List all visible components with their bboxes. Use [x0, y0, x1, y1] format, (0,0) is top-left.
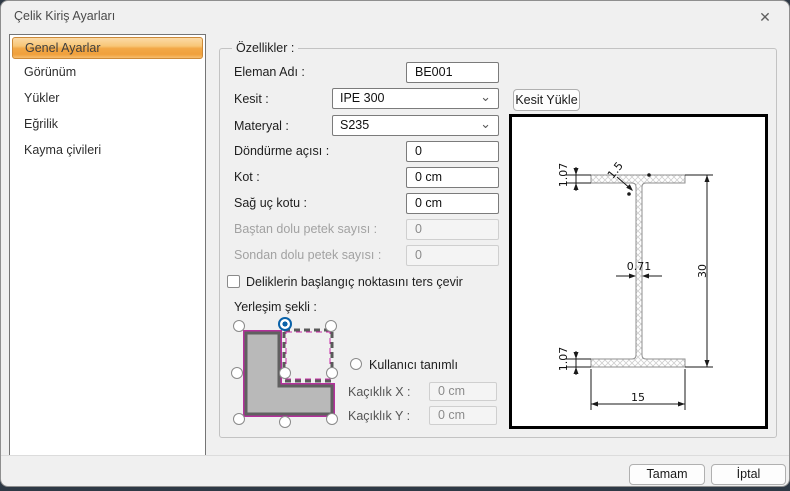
bastan-dolu-label: Baştan dolu petek sayısı :: [234, 222, 378, 236]
placement-dashed-box: [282, 328, 334, 383]
kacilik-y-field: 0 cm: [429, 406, 497, 425]
placement-radio-bottom-middle[interactable]: [279, 416, 291, 428]
dim-height: 30: [696, 264, 709, 278]
steel-beam-settings-dialog: Çelik Kiriş Ayarları ✕ Genel Ayarlar Gör…: [0, 0, 790, 487]
ipe-section-drawing: 1.07 1.07 30 15 0.71 1.5: [557, 159, 713, 410]
section-preview-panel: 1.07 1.07 30 15 0.71 1.5: [509, 114, 768, 429]
kesit-yukle-button[interactable]: Kesit Yükle: [513, 89, 580, 111]
placement-radio-middle-left[interactable]: [231, 367, 243, 379]
placement-dashed-box-magenta: [285, 331, 331, 380]
footer-separator: [1, 455, 789, 456]
kot-field[interactable]: 0 cm: [406, 167, 499, 188]
window-title: Çelik Kiriş Ayarları: [14, 9, 116, 23]
kullanici-tanimli-label: Kullanıcı tanımlı: [369, 358, 458, 372]
dondurme-acisi-field[interactable]: 0: [406, 141, 499, 162]
materyal-selected-value: S235: [340, 118, 370, 132]
placement-radio-bottom-right[interactable]: [326, 413, 338, 425]
materyal-label: Materyal :: [234, 119, 289, 133]
kacilik-y-label: Kaçıklık Y :: [348, 409, 411, 423]
placement-radio-top-middle[interactable]: [278, 317, 292, 331]
kesit-selected-value: IPE 300: [340, 91, 385, 105]
materyal-dropdown[interactable]: S235 ⌄: [332, 115, 499, 136]
placement-radio-middle-right[interactable]: [326, 367, 338, 379]
dim-width: 15: [631, 391, 645, 404]
eleman-adi-field[interactable]: BE001: [406, 62, 499, 83]
kesit-label: Kesit :: [234, 92, 269, 106]
placement-radio-center[interactable]: [279, 367, 291, 379]
eleman-adi-label: Eleman Adı :: [234, 65, 305, 79]
ters-cevir-checkbox[interactable]: [227, 275, 240, 288]
dim-top-flange: 1.07: [557, 163, 570, 188]
sidebar-item-kayma-civileri[interactable]: Kayma çivileri: [10, 137, 205, 163]
sag-uc-kotu-field[interactable]: 0 cm: [406, 193, 499, 214]
chevron-down-icon: ⌄: [480, 89, 491, 104]
cancel-button[interactable]: İptal: [711, 464, 786, 485]
chevron-down-icon: ⌄: [480, 116, 491, 131]
sondan-dolu-label: Sondan dolu petek sayısı :: [234, 248, 382, 262]
sidebar-item-gorunum[interactable]: Görünüm: [10, 59, 205, 85]
kacilik-x-field: 0 cm: [429, 382, 497, 401]
close-icon[interactable]: ✕: [755, 7, 775, 27]
settings-category-list: Genel Ayarlar Görünüm Yükler Eğrilik Kay…: [9, 34, 206, 456]
dim-bottom-flange: 1.07: [557, 347, 570, 372]
sidebar-item-yukler[interactable]: Yükler: [10, 85, 205, 111]
sidebar-item-egrilik[interactable]: Eğrilik: [10, 111, 205, 137]
titlebar: Çelik Kiriş Ayarları ✕: [1, 1, 789, 31]
placement-radio-top-left[interactable]: [233, 320, 245, 332]
groupbox-title: Özellikler :: [232, 41, 299, 55]
placement-radio-top-right[interactable]: [325, 320, 337, 332]
kacilik-x-label: Kaçıklık X :: [348, 385, 411, 399]
yerlesim-sekli-label: Yerleşim şekli :: [234, 300, 317, 314]
ters-cevir-label: Deliklerin başlangıç noktasını ters çevi…: [246, 275, 463, 289]
sidebar-item-genel-ayarlar[interactable]: Genel Ayarlar: [12, 37, 203, 59]
placement-radio-bottom-left[interactable]: [233, 413, 245, 425]
kullanici-tanimli-radio[interactable]: [350, 358, 362, 370]
dondurme-acisi-label: Döndürme açısı :: [234, 144, 330, 158]
kot-label: Kot :: [234, 170, 260, 184]
dim-web: 0.71: [627, 260, 652, 273]
ok-button[interactable]: Tamam: [629, 464, 705, 485]
kesit-dropdown[interactable]: IPE 300 ⌄: [332, 88, 499, 109]
sag-uc-kotu-label: Sağ uç kotu :: [234, 196, 307, 210]
bastan-dolu-field: 0: [406, 219, 499, 240]
sondan-dolu-field: 0: [406, 245, 499, 266]
